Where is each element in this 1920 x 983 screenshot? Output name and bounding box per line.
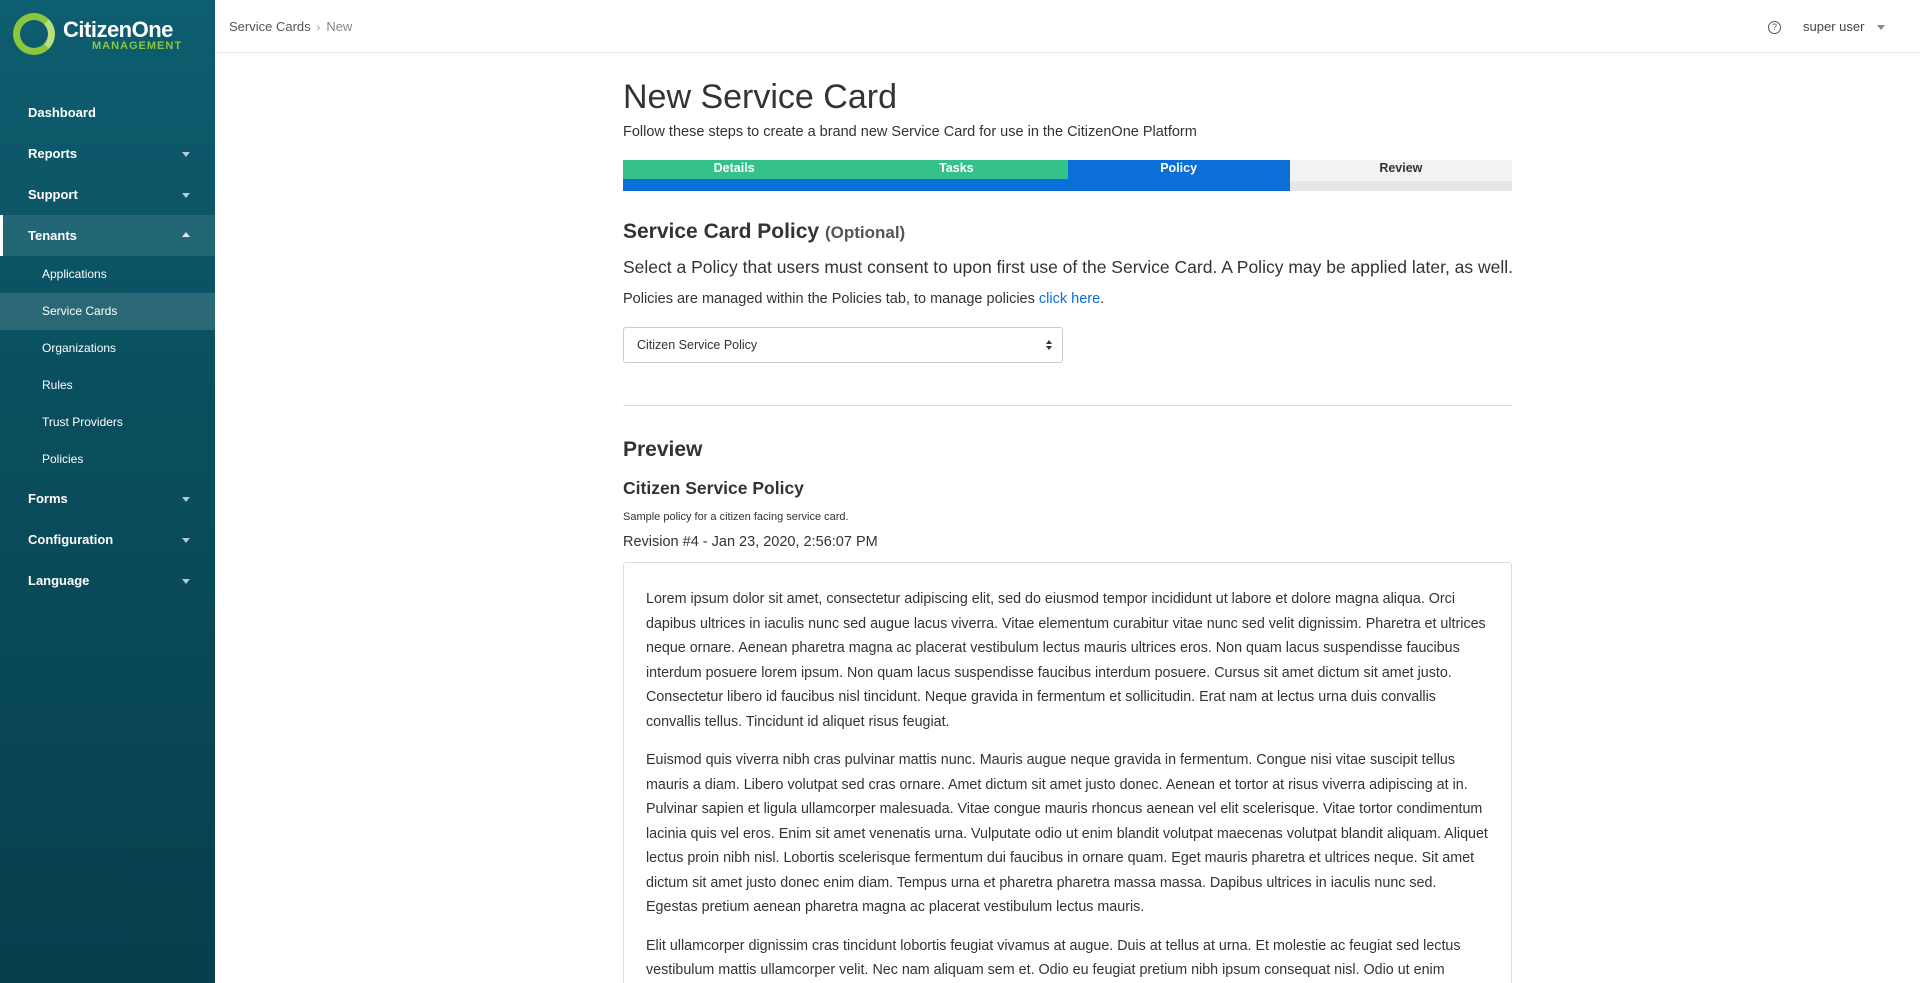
sidebar-item-label: Tenants: [28, 228, 77, 243]
step-policy[interactable]: Policy: [1067, 160, 1290, 191]
section-title: Service Card Policy (Optional): [623, 220, 905, 244]
sidebar-subitem-label: Applications: [42, 267, 107, 281]
brand-tagline: MANAGEMENT: [92, 40, 183, 52]
breadcrumb: Service Cards › New: [229, 19, 352, 34]
policy-preview-box[interactable]: Lorem ipsum dolor sit amet, consectetur …: [623, 562, 1512, 983]
chevron-down-icon: [182, 497, 190, 502]
topbar: Service Cards › New ? super user: [215, 0, 1920, 53]
chevron-down-icon: [182, 152, 190, 157]
policy-description: Sample policy for a citizen facing servi…: [623, 511, 849, 523]
brand-logo[interactable]: CitizenOne MANAGEMENT: [13, 13, 203, 57]
sidebar-subitem-service-cards[interactable]: Service Cards: [0, 293, 215, 330]
step-review[interactable]: Review: [1289, 160, 1513, 191]
optional-label: (Optional): [824, 223, 906, 242]
breadcrumb-current: New: [326, 19, 353, 34]
policy-select-value: Citizen Service Policy: [637, 338, 758, 352]
policies-note: Policies are managed within the Policies…: [623, 291, 1104, 307]
step-details[interactable]: Details: [623, 160, 846, 191]
section-title-text: Service Card Policy: [623, 220, 820, 243]
sidebar-item-dashboard[interactable]: Dashboard: [0, 92, 215, 133]
policy-paragraph: Lorem ipsum dolor sit amet, consectetur …: [646, 591, 1486, 730]
sidebar-subitem-label: Service Cards: [42, 304, 118, 318]
policy-name: Citizen Service Policy: [623, 478, 804, 498]
sidebar-item-label: Forms: [28, 491, 68, 506]
wizard-steps: Details Tasks Policy Review: [623, 160, 1513, 191]
sidebar-subitem-trust-providers[interactable]: Trust Providers: [0, 404, 215, 441]
policy-select[interactable]: Citizen Service Policy: [623, 327, 1063, 363]
user-menu[interactable]: super user: [1803, 19, 1864, 34]
page-title: New Service Card: [623, 78, 897, 116]
sidebar-subitem-label: Policies: [42, 452, 84, 466]
breadcrumb-separator-icon: ›: [316, 22, 321, 34]
sidebar-item-label: Reports: [28, 146, 78, 161]
sidebar: CitizenOne MANAGEMENT Dashboard Reports …: [0, 0, 215, 983]
sidebar-subitem-label: Organizations: [42, 341, 117, 355]
chevron-up-icon: [182, 232, 190, 237]
sidebar-item-reports[interactable]: Reports: [0, 133, 215, 174]
chevron-down-icon: [182, 193, 190, 198]
sidebar-subitem-label: Trust Providers: [42, 415, 123, 429]
policies-note-text: Policies are managed within the Policies…: [623, 291, 1039, 307]
sidebar-subitem-organizations[interactable]: Organizations: [0, 330, 215, 367]
select-arrows-icon: [1046, 340, 1053, 351]
sidebar-nav: Dashboard Reports Support Tenants Applic…: [0, 92, 215, 601]
user-menu-chevron-down-icon[interactable]: [1877, 25, 1885, 30]
logo-ring-icon: [13, 13, 55, 55]
sidebar-item-tenants[interactable]: Tenants: [0, 215, 215, 256]
sidebar-item-label: Dashboard: [28, 105, 96, 120]
preview-heading: Preview: [623, 438, 703, 461]
policy-revision: Revision #4 - Jan 23, 2020, 2:56:07 PM: [623, 534, 878, 550]
breadcrumb-link-service-cards[interactable]: Service Cards: [229, 19, 311, 34]
sidebar-subitem-policies[interactable]: Policies: [0, 441, 215, 478]
policy-paragraph: Euismod quis viverra nibh cras pulvinar …: [646, 752, 1488, 915]
sidebar-subitem-label: Rules: [42, 378, 73, 392]
sidebar-item-label: Configuration: [28, 532, 114, 547]
sidebar-subitem-rules[interactable]: Rules: [0, 367, 215, 404]
sidebar-subitem-applications[interactable]: Applications: [0, 256, 215, 293]
sidebar-item-support[interactable]: Support: [0, 174, 215, 215]
chevron-down-icon: [182, 538, 190, 543]
sidebar-item-label: Language: [28, 573, 90, 588]
policies-note-suffix: .: [1100, 291, 1105, 307]
policy-instruction: Select a Policy that users must consent …: [623, 257, 1514, 277]
sidebar-item-forms[interactable]: Forms: [0, 478, 215, 519]
policy-paragraph: Elit ullamcorper dignissim cras tincidun…: [646, 937, 1461, 979]
question-circle-icon[interactable]: ?: [1768, 21, 1781, 34]
sidebar-item-language[interactable]: Language: [0, 560, 215, 601]
sidebar-item-configuration[interactable]: Configuration: [0, 519, 215, 560]
chevron-down-icon: [182, 579, 190, 584]
sidebar-item-label: Support: [28, 187, 78, 202]
divider: [623, 405, 1512, 406]
manage-policies-link[interactable]: click here: [1039, 291, 1100, 307]
step-tasks[interactable]: Tasks: [845, 160, 1068, 191]
page-subtitle: Follow these steps to create a brand new…: [623, 124, 1197, 140]
